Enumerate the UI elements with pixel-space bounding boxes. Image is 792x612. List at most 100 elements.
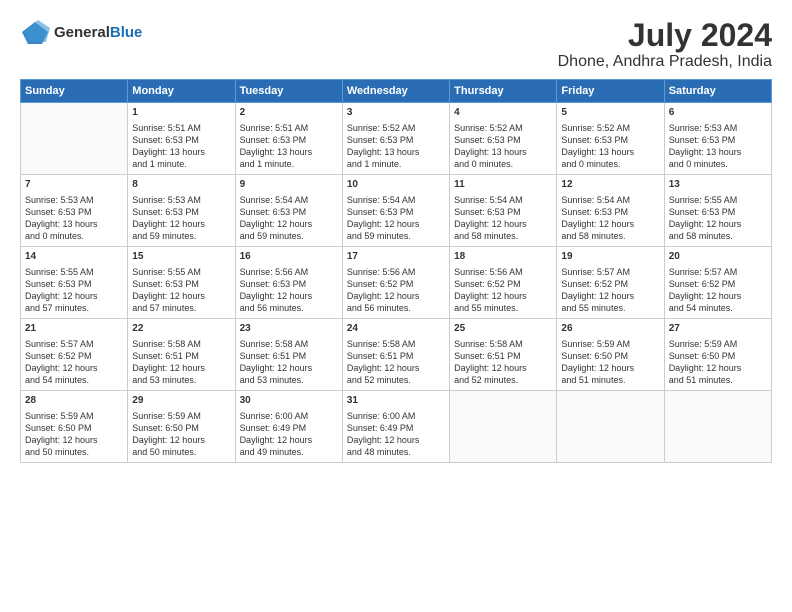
cell-text: Sunset: 6:53 PM <box>454 134 552 146</box>
cell-text: and 58 minutes. <box>669 230 767 242</box>
day-number: 9 <box>240 178 338 192</box>
cell-text: and 57 minutes. <box>132 302 230 314</box>
cell-text: Sunset: 6:50 PM <box>561 350 659 362</box>
cell-text: and 53 minutes. <box>240 374 338 386</box>
cell-w3-d1: 15Sunrise: 5:55 AMSunset: 6:53 PMDayligh… <box>128 247 235 319</box>
cell-text: Sunrise: 5:58 AM <box>240 338 338 350</box>
cell-w3-d0: 14Sunrise: 5:55 AMSunset: 6:53 PMDayligh… <box>21 247 128 319</box>
cell-text: Daylight: 12 hours <box>561 362 659 374</box>
cell-text: Sunrise: 5:54 AM <box>240 194 338 206</box>
cell-text: and 55 minutes. <box>561 302 659 314</box>
cell-text: Sunset: 6:53 PM <box>669 134 767 146</box>
cell-w1-d4: 4Sunrise: 5:52 AMSunset: 6:53 PMDaylight… <box>450 103 557 175</box>
cell-text: Daylight: 12 hours <box>347 218 445 230</box>
cell-text: Sunrise: 6:00 AM <box>240 410 338 422</box>
cell-text: Sunset: 6:50 PM <box>25 422 123 434</box>
cell-w2-d4: 11Sunrise: 5:54 AMSunset: 6:53 PMDayligh… <box>450 175 557 247</box>
cell-text: Sunset: 6:53 PM <box>25 278 123 290</box>
day-number: 18 <box>454 250 552 264</box>
page: General Blue July 2024 Dhone, Andhra Pra… <box>0 0 792 473</box>
main-title: July 2024 <box>558 18 772 53</box>
logo-general: General <box>54 25 110 42</box>
cell-text: Sunrise: 5:53 AM <box>132 194 230 206</box>
cell-text: Sunset: 6:53 PM <box>561 206 659 218</box>
cell-w5-d2: 30Sunrise: 6:00 AMSunset: 6:49 PMDayligh… <box>235 391 342 463</box>
cell-text: Sunset: 6:53 PM <box>240 278 338 290</box>
cell-text: Daylight: 12 hours <box>454 290 552 302</box>
cell-text: Sunrise: 5:53 AM <box>25 194 123 206</box>
cell-text: and 48 minutes. <box>347 446 445 458</box>
cell-text: Sunset: 6:50 PM <box>669 350 767 362</box>
cell-w4-d5: 26Sunrise: 5:59 AMSunset: 6:50 PMDayligh… <box>557 319 664 391</box>
cell-text: Sunset: 6:53 PM <box>25 206 123 218</box>
cell-text: Daylight: 12 hours <box>132 218 230 230</box>
cell-text: and 51 minutes. <box>561 374 659 386</box>
cell-text: and 0 minutes. <box>454 158 552 170</box>
cell-text: Daylight: 12 hours <box>347 434 445 446</box>
cell-text: Sunset: 6:51 PM <box>347 350 445 362</box>
cell-text: Daylight: 12 hours <box>132 362 230 374</box>
cell-text: Sunset: 6:53 PM <box>132 134 230 146</box>
cell-text: Sunrise: 5:54 AM <box>347 194 445 206</box>
col-sunday: Sunday <box>21 80 128 103</box>
day-number: 27 <box>669 322 767 336</box>
cell-text: Daylight: 12 hours <box>561 218 659 230</box>
cell-w3-d5: 19Sunrise: 5:57 AMSunset: 6:52 PMDayligh… <box>557 247 664 319</box>
cell-w4-d4: 25Sunrise: 5:58 AMSunset: 6:51 PMDayligh… <box>450 319 557 391</box>
day-number: 7 <box>25 178 123 192</box>
cell-text: Daylight: 12 hours <box>669 290 767 302</box>
day-number: 19 <box>561 250 659 264</box>
cell-w5-d0: 28Sunrise: 5:59 AMSunset: 6:50 PMDayligh… <box>21 391 128 463</box>
cell-text: Sunrise: 5:57 AM <box>561 266 659 278</box>
cell-text: and 51 minutes. <box>669 374 767 386</box>
day-number: 11 <box>454 178 552 192</box>
day-number: 2 <box>240 106 338 120</box>
day-number: 8 <box>132 178 230 192</box>
cell-text: Sunrise: 5:53 AM <box>669 122 767 134</box>
cell-text: and 52 minutes. <box>454 374 552 386</box>
cell-text: and 0 minutes. <box>25 230 123 242</box>
day-number: 23 <box>240 322 338 336</box>
logo-icon <box>20 18 50 48</box>
cell-w4-d2: 23Sunrise: 5:58 AMSunset: 6:51 PMDayligh… <box>235 319 342 391</box>
cell-text: Daylight: 12 hours <box>132 290 230 302</box>
cell-w2-d5: 12Sunrise: 5:54 AMSunset: 6:53 PMDayligh… <box>557 175 664 247</box>
cell-w4-d3: 24Sunrise: 5:58 AMSunset: 6:51 PMDayligh… <box>342 319 449 391</box>
cell-text: Sunrise: 5:58 AM <box>132 338 230 350</box>
cell-w1-d1: 1Sunrise: 5:51 AMSunset: 6:53 PMDaylight… <box>128 103 235 175</box>
cell-text: and 56 minutes. <box>347 302 445 314</box>
cell-text: and 0 minutes. <box>669 158 767 170</box>
cell-text: Daylight: 13 hours <box>669 146 767 158</box>
col-saturday: Saturday <box>664 80 771 103</box>
cell-text: Daylight: 12 hours <box>240 290 338 302</box>
col-monday: Monday <box>128 80 235 103</box>
logo-text: General Blue <box>54 25 142 42</box>
calendar-table: Sunday Monday Tuesday Wednesday Thursday… <box>20 79 772 463</box>
cell-text: Daylight: 13 hours <box>240 146 338 158</box>
cell-w3-d2: 16Sunrise: 5:56 AMSunset: 6:53 PMDayligh… <box>235 247 342 319</box>
cell-text: Daylight: 13 hours <box>561 146 659 158</box>
week-row-5: 28Sunrise: 5:59 AMSunset: 6:50 PMDayligh… <box>21 391 772 463</box>
cell-text: Sunset: 6:53 PM <box>347 134 445 146</box>
cell-text: Sunset: 6:50 PM <box>132 422 230 434</box>
cell-w1-d3: 3Sunrise: 5:52 AMSunset: 6:53 PMDaylight… <box>342 103 449 175</box>
col-thursday: Thursday <box>450 80 557 103</box>
cell-w3-d3: 17Sunrise: 5:56 AMSunset: 6:52 PMDayligh… <box>342 247 449 319</box>
cell-text: Sunset: 6:53 PM <box>240 134 338 146</box>
cell-text: Daylight: 13 hours <box>25 218 123 230</box>
cell-text: Sunrise: 5:51 AM <box>240 122 338 134</box>
cell-text: Sunrise: 5:57 AM <box>25 338 123 350</box>
cell-w1-d0 <box>21 103 128 175</box>
cell-text: and 56 minutes. <box>240 302 338 314</box>
cell-text: Sunrise: 5:59 AM <box>561 338 659 350</box>
cell-text: Sunrise: 5:52 AM <box>561 122 659 134</box>
day-number: 24 <box>347 322 445 336</box>
cell-w3-d4: 18Sunrise: 5:56 AMSunset: 6:52 PMDayligh… <box>450 247 557 319</box>
cell-text: and 59 minutes. <box>347 230 445 242</box>
cell-w2-d0: 7 Sunrise: 5:53 AMSunset: 6:53 PMDaylight… <box>21 175 128 247</box>
day-number: 31 <box>347 394 445 408</box>
cell-text: and 59 minutes. <box>132 230 230 242</box>
cell-text: Sunset: 6:52 PM <box>25 350 123 362</box>
cell-text: Daylight: 12 hours <box>132 434 230 446</box>
cell-w4-d6: 27Sunrise: 5:59 AMSunset: 6:50 PMDayligh… <box>664 319 771 391</box>
